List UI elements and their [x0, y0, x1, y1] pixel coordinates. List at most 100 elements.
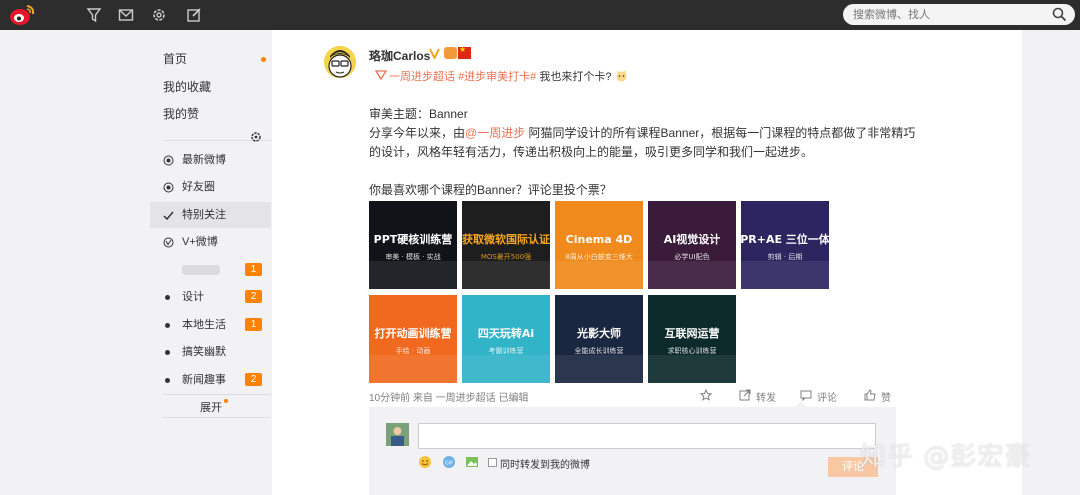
post-meta: 10分钟前 来自 一周进步超话 已编辑: [369, 393, 529, 404]
cat-emoji-icon: [616, 70, 627, 82]
sidebar-group-special[interactable]: 特别关注: [150, 202, 271, 228]
banner-subtitle: 考霸训练营: [489, 346, 524, 355]
repost-label: 转发: [756, 393, 776, 404]
weibo-logo[interactable]: [8, 3, 36, 27]
banner-title: 获取微软国际认证: [462, 232, 550, 246]
sidebar-list-label: 设计: [182, 291, 204, 303]
blurred-label: [182, 265, 220, 276]
sidebar-list-item[interactable]: 新闻趣事 2: [150, 367, 271, 393]
mention-link[interactable]: @一周进步: [465, 126, 525, 140]
banner-subtitle: 审美 · 模板 · 实战: [385, 252, 440, 261]
compose-icon[interactable]: [186, 7, 202, 23]
sidebar-list-item[interactable]: 设计 2: [150, 284, 271, 310]
banner-title: 四天玩转Ai: [478, 326, 534, 340]
banner-title: AI视觉设计: [664, 232, 721, 246]
count-badge: 1: [245, 263, 262, 276]
username[interactable]: 珞珈Carlos: [369, 47, 430, 64]
sidebar-item-label: 我的赞: [163, 107, 200, 121]
banner-subtitle: 手绘 · 动画: [396, 346, 431, 355]
sidebar-group-label: 特别关注: [182, 209, 226, 221]
sidebar-list-label: 新闻趣事: [182, 374, 226, 386]
sidebar-divider: [163, 417, 271, 418]
search-box[interactable]: [843, 4, 1075, 25]
radio-icon: [163, 155, 174, 166]
banner-thumbnail[interactable]: PR+AE 三位一体剪辑 · 后期: [741, 201, 829, 289]
banner-thumbnail[interactable]: AI视觉设计必学UI配色: [648, 201, 736, 289]
sidebar-list-item[interactable]: 搞笑幽默: [150, 339, 271, 365]
sidebar-item-favorites[interactable]: 我的收藏: [150, 74, 271, 100]
repost-checkbox[interactable]: [488, 458, 497, 467]
sidebar-group-latest[interactable]: 最新微博: [150, 147, 271, 173]
banner-thumbnail[interactable]: 四天玩转Ai 考霸训练营: [462, 295, 550, 383]
mail-icon[interactable]: [118, 7, 134, 23]
expand-button[interactable]: 展开: [200, 399, 228, 415]
banner-title: Cinema 4D: [566, 233, 633, 246]
image-icon[interactable]: [465, 455, 479, 469]
gif-icon[interactable]: GIF: [442, 455, 456, 469]
sidebar-group-friends[interactable]: 好友圈: [150, 174, 271, 200]
avatar-cartoon: [324, 46, 356, 78]
search-icon[interactable]: [1052, 7, 1067, 22]
banner-thumbnail[interactable]: 打开动画训练营手绘 · 动画: [369, 295, 457, 383]
post-line: 的设计，风格年轻有活力，传递出积极向上的能量，吸引更多同学和我们一起进步。: [369, 145, 814, 159]
sidebar-list-item[interactable]: 1: [150, 257, 271, 283]
banner-title: 打开动画训练营: [375, 326, 452, 340]
sidebar-item-home[interactable]: 首页: [150, 46, 271, 72]
check-icon: [163, 211, 174, 221]
post-line: 你最喜欢哪个课程的Banner？评论里投个票？: [369, 183, 612, 197]
banner-subtitle: 必学UI配色: [674, 252, 709, 261]
left-sidebar: 首页 我的收藏 我的赞 最新微博 好友圈 特别关注 V+微博 1 设计 2 本地…: [150, 30, 271, 495]
comment-icon: [800, 390, 812, 401]
supertopic-link[interactable]: 一周进步超话: [389, 71, 455, 83]
repost-checkbox-label: 同时转发到我的微博: [500, 460, 590, 471]
sidebar-group-label: 最新微博: [182, 154, 226, 166]
banner-thumbnail[interactable]: PPT硬核训练营 审美 · 模板 · 实战: [369, 201, 457, 289]
sidebar-group-vplus[interactable]: V+微博: [150, 229, 271, 255]
emoji-icon[interactable]: [418, 455, 432, 469]
top-navigation-bar: [0, 0, 1080, 30]
avatar[interactable]: [324, 46, 356, 78]
sidebar-list-label: 本地生活: [182, 319, 226, 331]
sidebar-list-item[interactable]: 本地生活 1: [150, 312, 271, 338]
banner-thumbnail[interactable]: 获取微软国际认证 MOS暑开500强: [462, 201, 550, 289]
watermark: 知乎 @彭宏豪: [860, 442, 1032, 472]
thumbs-up-icon: [864, 389, 876, 401]
member-icon: [444, 47, 457, 59]
banner-subtitle: 全能成长训练营: [575, 346, 624, 355]
gear-icon[interactable]: [250, 131, 262, 143]
comment-composer: GIF 同时转发到我的微博 评论: [369, 401, 896, 495]
sidebar-item-likes[interactable]: 我的赞: [150, 101, 271, 127]
banner-subtitle: 剪辑 · 后期: [768, 252, 803, 261]
post-card: 珞珈Carlos 一周进步超话 #进步审美打卡# 我也来打个卡? 审美主题：Ba…: [272, 30, 1022, 495]
unread-dot: [224, 399, 228, 403]
search-input[interactable]: [853, 6, 1043, 23]
repost-icon: [739, 389, 751, 401]
comment-input[interactable]: [418, 423, 876, 449]
bullet-icon: [165, 378, 170, 383]
sidebar-group-label: V+微博: [182, 236, 218, 248]
post-line: 审美主题：Banner: [369, 107, 468, 121]
banner-subtitle: 求职核心训练营: [668, 346, 717, 355]
supertopic-icon: [375, 70, 387, 80]
verified-icon: [429, 48, 440, 59]
hashtag-link[interactable]: #进步审美打卡#: [458, 71, 536, 83]
banner-title: PR+AE 三位一体: [741, 232, 829, 246]
post-text-span: 阿猫同学设计的所有课程Banner，根据每一门课程的特点都做了非常精巧: [525, 126, 916, 140]
count-badge: 2: [245, 290, 262, 303]
like-label: 赞: [881, 393, 891, 404]
sidebar-item-label: 首页: [163, 52, 188, 66]
star-icon: [700, 389, 712, 401]
banner-thumbnail[interactable]: 光影大师 全能成长训练营: [555, 295, 643, 383]
count-badge: 2: [245, 373, 262, 386]
sidebar-group-label: 好友圈: [182, 181, 215, 193]
gear-icon[interactable]: [151, 7, 167, 23]
expand-label: 展开: [200, 402, 222, 414]
banner-thumbnail[interactable]: Cinema 4D 8周从小白蜕变三维大: [555, 201, 643, 289]
banner-thumbnail[interactable]: 互联网运营 求职核心训练营: [648, 295, 736, 383]
post-text-span: 分享今年以来，由: [369, 126, 466, 140]
filter-icon[interactable]: [86, 7, 102, 23]
flag-icon: [458, 45, 471, 59]
svg-text:GIF: GIF: [445, 461, 453, 467]
banner-subtitle: MOS暑开500强: [481, 253, 531, 261]
post-line: 分享今年以来，由@一周进步 阿猫同学设计的所有课程Banner，根据每一门课程的…: [369, 124, 929, 143]
